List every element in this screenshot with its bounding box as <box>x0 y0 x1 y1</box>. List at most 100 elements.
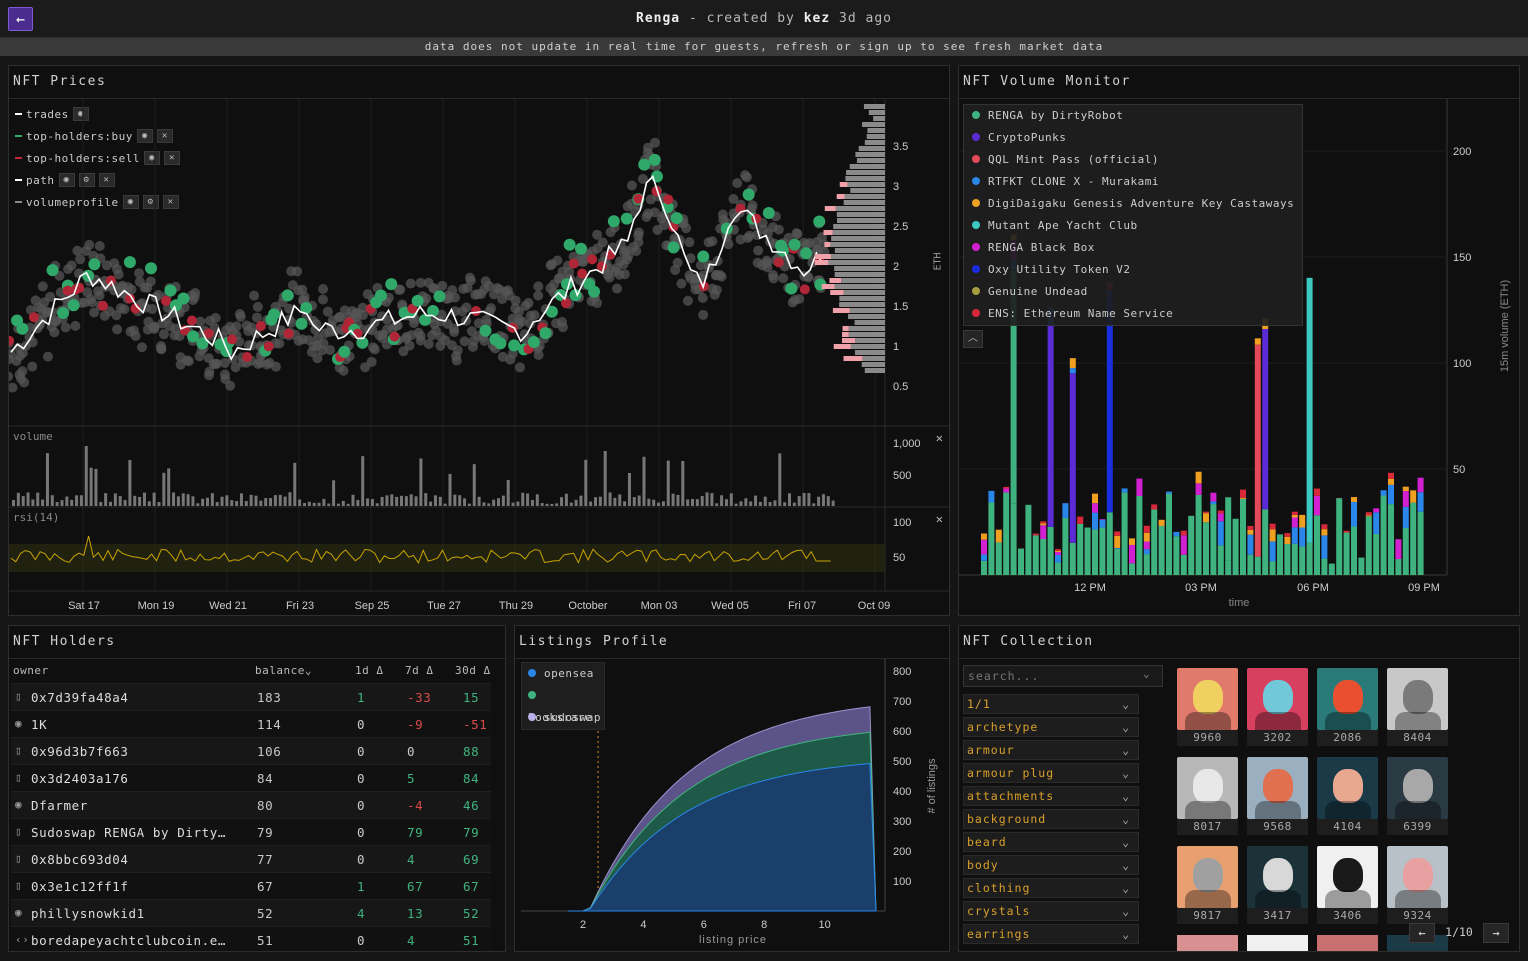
nft-card[interactable] <box>1177 935 1238 951</box>
trade-point <box>75 254 86 265</box>
nft-card[interactable]: 4104 <box>1317 757 1378 837</box>
volume-segment <box>1188 515 1195 575</box>
chevron-down-icon: ⌄ <box>1122 881 1130 895</box>
cell-d7: -4 <box>407 798 424 813</box>
filter-crystals[interactable]: crystals ⌄ <box>963 901 1139 921</box>
filter-armour-plug[interactable]: armour plug ⌄ <box>963 763 1139 783</box>
filter-attachments[interactable]: attachments ⌄ <box>963 786 1139 806</box>
prev-page-button[interactable]: ← <box>1409 923 1435 943</box>
volume-bar <box>492 499 496 506</box>
nft-card[interactable]: 3417 <box>1247 846 1308 926</box>
close-icon[interactable]: ✕ <box>936 431 943 445</box>
filter-body[interactable]: body ⌄ <box>963 855 1139 875</box>
nft-card[interactable]: 9960 <box>1177 668 1238 748</box>
trade-point <box>676 278 687 289</box>
filter-clothing[interactable]: clothing ⌄ <box>963 878 1139 898</box>
cell-owner[interactable]: Sudoswap RENGA by Dirty… <box>31 825 226 840</box>
filter-1-1[interactable]: 1/1 ⌄ <box>963 694 1139 714</box>
profile-bar <box>834 284 885 289</box>
cell-owner[interactable]: boredapeyachtclubcoin.e… <box>31 933 226 948</box>
nft-id: 9817 <box>1177 908 1238 924</box>
next-page-button[interactable]: → <box>1483 923 1509 943</box>
legend-item[interactable]: QQL Mint Pass (official) <box>964 149 1302 171</box>
legend-dot <box>972 287 980 295</box>
legend-item[interactable]: RTFKT CLONE X - Murakami <box>964 171 1302 193</box>
cell-owner[interactable]: 1K <box>31 717 47 732</box>
nft-card[interactable]: 8404 <box>1387 668 1448 748</box>
col-balance[interactable]: balance⌄ <box>255 664 312 677</box>
legend-item[interactable]: DigiDaigaku Genesis Adventure Key Castaw… <box>964 193 1302 215</box>
buy-point <box>123 256 136 269</box>
x-axis-label: listing price <box>699 934 767 946</box>
cell-owner[interactable]: 0x3d2403a176 <box>31 771 129 786</box>
filter-archetype[interactable]: archetype ⌄ <box>963 717 1139 737</box>
legend-item[interactable]: RENGA Black Box <box>964 237 1302 259</box>
trade-point <box>338 365 349 376</box>
table-row[interactable]: ◉ phillysnowkid1 52 4 13 52 <box>11 899 491 926</box>
nft-card[interactable] <box>1247 935 1308 951</box>
nft-card[interactable]: 2086 <box>1317 668 1378 748</box>
trade-point <box>778 273 789 284</box>
legend-item[interactable]: ENS: Ethereum Name Service <box>964 303 1302 325</box>
nft-image <box>1387 846 1448 908</box>
legend-item[interactable]: Oxy Utility Token V2 <box>964 259 1302 281</box>
buy-point <box>164 284 177 297</box>
cell-owner[interactable]: phillysnowkid1 <box>31 906 145 921</box>
table-row[interactable]: ◉ 1K 114 0 -9 -51 <box>11 710 491 737</box>
col-owner[interactable]: owner <box>13 664 49 677</box>
table-row[interactable]: ▯ 0x3e1c12ff1f 67 1 67 67 <box>11 872 491 899</box>
legend-item[interactable]: CryptoPunks <box>964 127 1302 149</box>
nft-card[interactable]: 3202 <box>1247 668 1308 748</box>
trade-point <box>231 321 242 332</box>
col-7d[interactable]: 7d Δ <box>405 664 434 677</box>
cell-balance: 106 <box>257 744 282 759</box>
volume-bar <box>584 459 588 506</box>
volume-bar <box>569 502 573 506</box>
profile-bar <box>844 194 885 199</box>
nft-card[interactable] <box>1317 935 1378 951</box>
legend-item[interactable]: RENGA by DirtyRobot <box>964 105 1302 127</box>
buy-point <box>88 258 101 271</box>
table-row[interactable]: ◉ Dfarmer 80 0 -4 46 <box>11 791 491 818</box>
filter-armour[interactable]: armour ⌄ <box>963 740 1139 760</box>
nft-card[interactable]: 3406 <box>1317 846 1378 926</box>
table-row[interactable]: ▯ 0x7d39fa48a4 183 1 -33 15 <box>11 683 491 710</box>
cell-owner[interactable]: 0x7d39fa48a4 <box>31 690 129 705</box>
nft-card[interactable]: 8017 <box>1177 757 1238 837</box>
col-1d[interactable]: 1d Δ <box>355 664 384 677</box>
volume-segment <box>1151 504 1158 510</box>
legend-item[interactable]: opensea <box>522 663 604 685</box>
table-row[interactable]: ▯ 0x3d2403a176 84 0 5 84 <box>11 764 491 791</box>
table-row[interactable]: ‹› boredapeyachtclubcoin.e… 51 0 4 51 <box>11 926 491 951</box>
volume-bar <box>720 495 724 506</box>
volume-bar <box>307 501 311 506</box>
nft-card[interactable]: 9817 <box>1177 846 1238 926</box>
trade-point <box>459 336 470 347</box>
cell-owner[interactable]: 0x8bbc693d04 <box>31 852 129 867</box>
price-chart[interactable]: 3.5 3 2.5 2 1.5 1 0.5 1,000 500 100 50 Sat 17 Mon 19… <box>9 66 949 615</box>
trade-point <box>369 344 380 355</box>
legend-item[interactable]: Mutant Ape Yacht Club <box>964 215 1302 237</box>
table-row[interactable]: ▯ 0x8bbc693d04 77 0 4 69 <box>11 845 491 872</box>
filter-background[interactable]: background ⌄ <box>963 809 1139 829</box>
table-row[interactable]: ▯ 0x96d3b7f663 106 0 0 88 <box>11 737 491 764</box>
close-icon[interactable]: ✕ <box>936 512 943 526</box>
filter-beard[interactable]: beard ⌄ <box>963 832 1139 852</box>
legend-item[interactable]: looksrare <box>522 685 604 724</box>
search-input[interactable] <box>963 665 1163 687</box>
filter-earrings[interactable]: earrings ⌄ <box>963 924 1139 944</box>
col-30d[interactable]: 30d Δ <box>455 664 491 677</box>
volume-segment <box>1166 491 1172 494</box>
cell-owner[interactable]: 0x3e1c12ff1f <box>31 879 129 894</box>
nft-card[interactable]: 9568 <box>1247 757 1308 837</box>
nft-card[interactable]: 6399 <box>1387 757 1448 837</box>
cell-owner[interactable]: Dfarmer <box>31 798 88 813</box>
legend-item[interactable]: sudoswap <box>522 707 604 729</box>
volume-bar <box>176 496 180 506</box>
volume-segment <box>1291 527 1298 544</box>
table-row[interactable]: ▯ Sudoswap RENGA by Dirty… 79 0 79 79 <box>11 818 491 845</box>
cell-owner[interactable]: 0x96d3b7f663 <box>31 744 129 759</box>
nft-card[interactable]: 9324 <box>1387 846 1448 926</box>
collapse-legend-button[interactable]: ︿ <box>963 330 983 348</box>
legend-item[interactable]: Genuine Undead <box>964 281 1302 303</box>
